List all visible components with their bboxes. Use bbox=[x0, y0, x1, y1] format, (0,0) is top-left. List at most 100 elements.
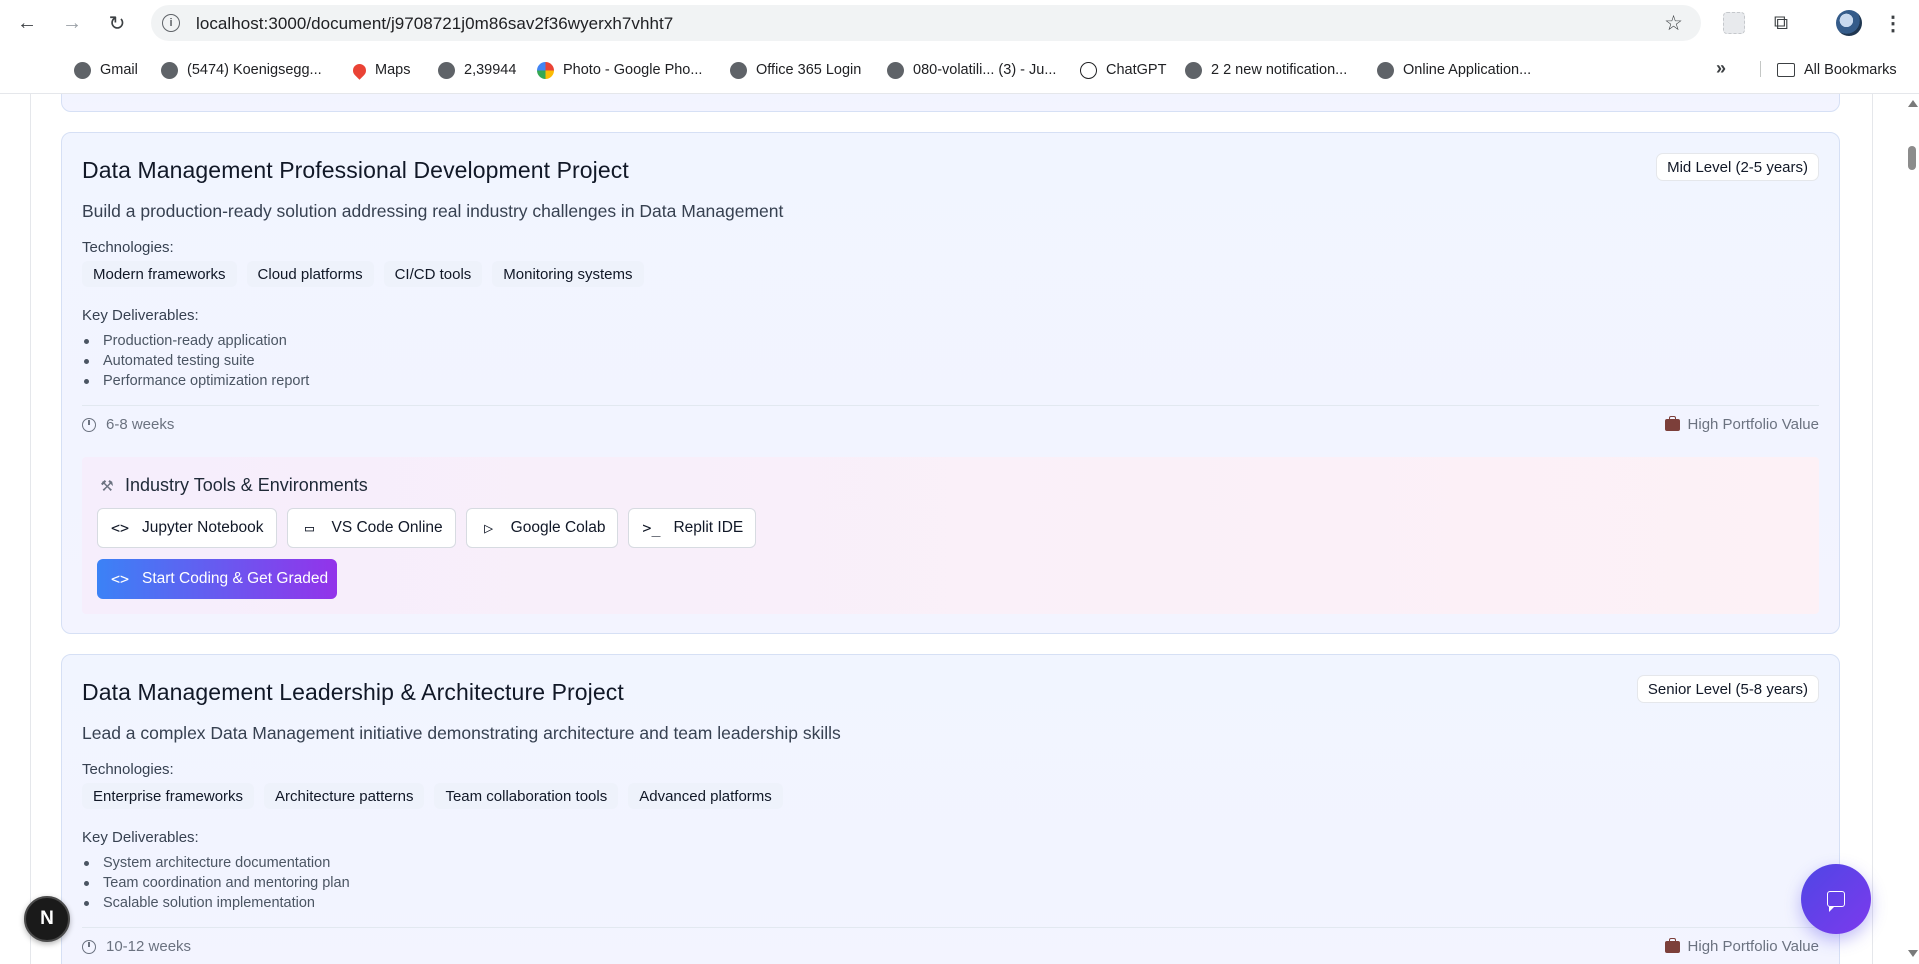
technology-tag: Team collaboration tools bbox=[434, 783, 619, 809]
jupyter-notebook-button[interactable]: <> Jupyter Notebook bbox=[97, 508, 277, 548]
deliverable-item: Scalable solution implementation bbox=[82, 893, 350, 913]
url-text[interactable]: localhost:3000/document/j9708721j0m86sav… bbox=[196, 14, 673, 34]
bookmark-label: 080-volatili... (3) - Ju... bbox=[913, 62, 1057, 78]
tools-heading: ⚒ Industry Tools & Environments bbox=[98, 475, 368, 496]
project-description: Lead a complex Data Management initiativ… bbox=[82, 723, 841, 743]
deliverable-item: Performance optimization report bbox=[82, 371, 309, 391]
technology-tag: Architecture patterns bbox=[264, 783, 425, 809]
technologies-label: Technologies: bbox=[82, 239, 174, 256]
duration: 6-8 weeks bbox=[82, 416, 174, 433]
deliverables-list: System architecture documentation Team c… bbox=[82, 853, 350, 913]
project-title: Data Management Leadership & Architectur… bbox=[82, 679, 624, 705]
bookmark-star-icon[interactable]: ☆ bbox=[1664, 11, 1683, 36]
site-info-icon[interactable]: i bbox=[162, 14, 180, 32]
duration-text: 10-12 weeks bbox=[106, 938, 192, 955]
technologies-label: Technologies: bbox=[82, 761, 174, 778]
scroll-down-arrow-icon[interactable] bbox=[1908, 950, 1918, 957]
scroll-up-arrow-icon[interactable] bbox=[1908, 100, 1918, 107]
tools-title-text: Industry Tools & Environments bbox=[125, 475, 368, 495]
globe-icon bbox=[730, 61, 747, 79]
project-card: Data Management Leadership & Architectur… bbox=[61, 654, 1840, 964]
tool-buttons: <> Jupyter Notebook ▭ VS Code Online ▷ G… bbox=[97, 508, 757, 548]
all-bookmarks[interactable]: All Bookmarks bbox=[1777, 59, 1897, 81]
briefcase-icon bbox=[1664, 937, 1680, 953]
nextjs-dev-badge[interactable]: N bbox=[24, 896, 70, 942]
project-description: Build a production-ready solution addres… bbox=[82, 201, 784, 221]
technology-tag: Modern frameworks bbox=[82, 261, 237, 287]
portfolio-text: High Portfolio Value bbox=[1687, 938, 1819, 955]
bookmark-label: Photo - Google Pho... bbox=[563, 62, 703, 78]
bookmark-chatgpt[interactable]: ChatGPT bbox=[1080, 59, 1166, 81]
laptop-icon: ▭ bbox=[304, 519, 315, 537]
extension-icon[interactable] bbox=[1723, 12, 1745, 34]
bookmark-maps[interactable]: Maps bbox=[350, 59, 410, 81]
technology-tag: CI/CD tools bbox=[383, 261, 483, 287]
bookmark-koenigsegg[interactable]: (5474) Koenigsegg... bbox=[161, 59, 322, 81]
play-icon: ▷ bbox=[484, 519, 494, 537]
chat-bubble-icon bbox=[1827, 891, 1845, 912]
hammer-wrench-icon: ⚒ bbox=[100, 477, 114, 495]
page-scrollbar[interactable] bbox=[1905, 94, 1919, 964]
layout-divider bbox=[1872, 94, 1873, 964]
tool-label: Google Colab bbox=[510, 519, 606, 536]
bookmark-notifications[interactable]: 2 2 new notification... bbox=[1185, 59, 1347, 81]
profile-avatar[interactable] bbox=[1836, 10, 1862, 36]
chat-button[interactable] bbox=[1801, 864, 1871, 934]
bookmark-volatility[interactable]: 080-volatili... (3) - Ju... bbox=[887, 59, 1056, 81]
extensions-puzzle-icon[interactable]: ⧉ bbox=[1768, 10, 1794, 36]
technology-tag: Cloud platforms bbox=[246, 261, 374, 287]
google-colab-button[interactable]: ▷ Google Colab bbox=[465, 508, 619, 548]
project-title: Data Management Professional Development… bbox=[82, 157, 629, 183]
briefcase-icon bbox=[1664, 415, 1680, 431]
bookmark-online-application[interactable]: Online Application... bbox=[1377, 59, 1531, 81]
bookmark-2-39944[interactable]: 2,39944 bbox=[438, 59, 516, 81]
bookmark-label: Office 365 Login bbox=[756, 62, 862, 78]
technology-tags: Modern frameworks Cloud platforms CI/CD … bbox=[82, 261, 644, 287]
deliverables-list: Production-ready application Automated t… bbox=[82, 331, 309, 391]
photos-pinwheel-icon bbox=[537, 61, 554, 79]
vs-code-online-button[interactable]: ▭ VS Code Online bbox=[286, 508, 456, 548]
globe-icon bbox=[1377, 61, 1394, 79]
portfolio-text: High Portfolio Value bbox=[1687, 416, 1819, 433]
browser-menu-icon[interactable]: ⋮ bbox=[1883, 10, 1903, 36]
chatgpt-icon bbox=[1080, 61, 1097, 79]
back-arrow-icon[interactable]: ← bbox=[14, 10, 40, 36]
start-coding-button[interactable]: <> Start Coding & Get Graded bbox=[97, 559, 337, 599]
browser-toolbar: ← → ↻ i localhost:3000/document/j9708721… bbox=[0, 0, 1919, 46]
deliverables-label: Key Deliverables: bbox=[82, 307, 199, 324]
deliverable-item: Automated testing suite bbox=[82, 351, 309, 371]
start-coding-label: Start Coding & Get Graded bbox=[142, 570, 329, 587]
tool-label: VS Code Online bbox=[331, 519, 443, 536]
card-divider bbox=[82, 405, 1819, 406]
bookmark-office-365[interactable]: Office 365 Login bbox=[730, 59, 861, 81]
technology-tag: Enterprise frameworks bbox=[82, 783, 255, 809]
globe-icon bbox=[887, 61, 904, 79]
forward-arrow-icon[interactable]: → bbox=[59, 10, 85, 36]
more-bookmarks-chevron-icon[interactable]: » bbox=[1716, 58, 1726, 79]
timer-icon bbox=[82, 939, 96, 954]
level-badge: Senior Level (5-8 years) bbox=[1636, 675, 1819, 703]
bookmark-gmail[interactable]: Gmail bbox=[74, 59, 138, 81]
replit-ide-button[interactable]: >_ Replit IDE bbox=[628, 508, 757, 548]
tool-label: Jupyter Notebook bbox=[142, 519, 264, 536]
scroll-thumb[interactable] bbox=[1908, 146, 1916, 170]
industry-tools-panel: ⚒ Industry Tools & Environments <> Jupyt… bbox=[82, 457, 1819, 614]
duration: 10-12 weeks bbox=[82, 938, 191, 955]
code-icon: <> bbox=[110, 519, 130, 537]
bookmark-separator bbox=[1760, 61, 1761, 77]
bookmark-label: (5474) Koenigsegg... bbox=[187, 62, 322, 78]
bookmark-label: ChatGPT bbox=[1106, 62, 1167, 78]
technology-tags: Enterprise frameworks Architecture patte… bbox=[82, 783, 783, 809]
address-bar[interactable]: i localhost:3000/document/j9708721j0m86s… bbox=[151, 5, 1701, 41]
timer-icon bbox=[82, 417, 96, 432]
bookmark-label: 2,39944 bbox=[464, 62, 517, 78]
bookmark-label: Online Application... bbox=[1403, 62, 1532, 78]
maps-pin-icon bbox=[350, 60, 369, 80]
bookmarks-bar: Gmail (5474) Koenigsegg... Maps 2,39944 … bbox=[0, 52, 1919, 86]
reload-icon[interactable]: ↻ bbox=[104, 10, 130, 36]
bookmark-google-photos[interactable]: Photo - Google Pho... bbox=[537, 59, 702, 81]
technology-tag: Monitoring systems bbox=[492, 261, 644, 287]
deliverables-label: Key Deliverables: bbox=[82, 829, 199, 846]
project-card: Data Management Professional Development… bbox=[61, 132, 1840, 634]
deliverable-item: Production-ready application bbox=[82, 331, 309, 351]
